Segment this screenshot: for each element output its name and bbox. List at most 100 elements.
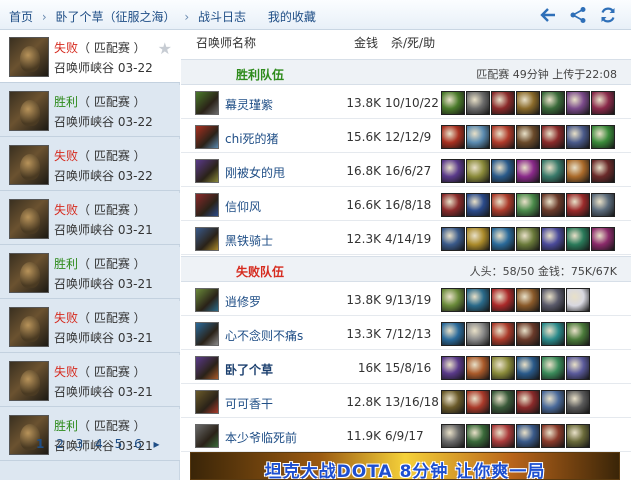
- match-list-item[interactable]: 失败（ 匹配赛 ） 召唤师峡谷 03-22: [0, 139, 180, 191]
- item-icon[interactable]: [566, 193, 590, 217]
- item-icon[interactable]: [441, 288, 465, 312]
- player-name[interactable]: chi死的猪: [225, 130, 279, 147]
- player-row[interactable]: 可可香干 12.8K 13/16/18: [181, 386, 631, 418]
- player-name[interactable]: 卧了个草: [225, 361, 273, 378]
- page-link[interactable]: 2: [56, 437, 64, 451]
- item-icon[interactable]: [441, 356, 465, 380]
- item-icon[interactable]: [541, 193, 565, 217]
- match-list-item[interactable]: 胜利（ 匹配赛 ） 召唤师峡谷 03-22: [0, 85, 180, 137]
- refresh-icon[interactable]: [599, 6, 617, 24]
- player-row[interactable]: 心不念则不痛s 13.3K 7/12/13: [181, 318, 631, 350]
- item-icon[interactable]: [491, 91, 515, 115]
- item-icon[interactable]: [466, 193, 490, 217]
- match-list-item[interactable]: 胜利（ 匹配赛 ） 召唤师峡谷 03-21: [0, 247, 180, 299]
- item-icon[interactable]: [491, 227, 515, 251]
- item-icon[interactable]: [466, 91, 490, 115]
- player-row[interactable]: 幕灵瑾紫 13.8K 10/10/22: [181, 87, 631, 119]
- item-icon[interactable]: [541, 322, 565, 346]
- item-icon[interactable]: [566, 91, 590, 115]
- item-icon[interactable]: [591, 193, 615, 217]
- item-icon[interactable]: [541, 227, 565, 251]
- item-icon[interactable]: [566, 424, 590, 448]
- item-icon[interactable]: [441, 390, 465, 414]
- item-icon[interactable]: [566, 125, 590, 149]
- item-icon[interactable]: [441, 159, 465, 183]
- item-icon[interactable]: [516, 91, 540, 115]
- item-icon[interactable]: [541, 424, 565, 448]
- item-icon[interactable]: [541, 288, 565, 312]
- item-icon[interactable]: [541, 125, 565, 149]
- item-icon[interactable]: [516, 159, 540, 183]
- item-icon[interactable]: [566, 288, 590, 312]
- player-row[interactable]: 卧了个草 16K 15/8/16: [181, 352, 631, 384]
- item-icon[interactable]: [566, 227, 590, 251]
- item-icon[interactable]: [541, 159, 565, 183]
- player-name[interactable]: 幕灵瑾紫: [225, 96, 273, 113]
- item-icon[interactable]: [491, 424, 515, 448]
- item-icon[interactable]: [516, 193, 540, 217]
- item-icon[interactable]: [566, 390, 590, 414]
- page-link[interactable]: 6: [134, 437, 142, 451]
- player-row[interactable]: 逍修罗 13.8K 9/13/19: [181, 284, 631, 316]
- player-name[interactable]: 本少爷临死前: [225, 429, 297, 446]
- favorite-star-icon[interactable]: ★: [158, 39, 172, 58]
- ad-banner[interactable]: 坦克大战DOTA 8分钟 让你爽一局: [190, 452, 620, 480]
- share-icon[interactable]: [569, 6, 587, 24]
- page-link[interactable]: 3: [76, 437, 84, 451]
- item-icon[interactable]: [466, 125, 490, 149]
- item-icon[interactable]: [491, 159, 515, 183]
- match-list-item[interactable]: 失败（ 匹配赛 ） 召唤师峡谷 03-22 ★: [0, 31, 180, 83]
- match-list-item[interactable]: 失败（ 匹配赛 ） 召唤师峡谷 03-21: [0, 355, 180, 407]
- item-icon[interactable]: [441, 322, 465, 346]
- my-favorites-link[interactable]: 我的收藏: [268, 8, 316, 25]
- player-row[interactable]: chi死的猪 15.6K 12/12/9: [181, 121, 631, 153]
- item-icon[interactable]: [441, 91, 465, 115]
- breadcrumb-home[interactable]: 首页: [9, 8, 33, 25]
- player-row[interactable]: 本少爷临死前 11.9K 6/9/17: [181, 420, 631, 452]
- item-icon[interactable]: [466, 390, 490, 414]
- item-icon[interactable]: [541, 91, 565, 115]
- player-name[interactable]: 刚被女的甩: [225, 164, 285, 181]
- item-icon[interactable]: [466, 322, 490, 346]
- breadcrumb-battle-log[interactable]: 战斗日志: [198, 8, 246, 25]
- item-icon[interactable]: [441, 125, 465, 149]
- item-icon[interactable]: [566, 159, 590, 183]
- item-icon[interactable]: [491, 288, 515, 312]
- item-icon[interactable]: [491, 193, 515, 217]
- match-list-item[interactable]: 失败（ 匹配赛 ） 召唤师峡谷 03-21: [0, 301, 180, 353]
- item-icon[interactable]: [466, 159, 490, 183]
- player-row[interactable]: 信仰风 16.6K 16/8/18: [181, 189, 631, 221]
- item-icon[interactable]: [591, 91, 615, 115]
- item-icon[interactable]: [466, 424, 490, 448]
- page-link[interactable]: 1: [36, 437, 44, 451]
- match-list-item[interactable]: 失败（ 匹配赛 ） 召唤师峡谷 03-21: [0, 193, 180, 245]
- item-icon[interactable]: [466, 227, 490, 251]
- player-row[interactable]: 黑铁骑士 12.3K 4/14/19: [181, 223, 631, 255]
- item-icon[interactable]: [516, 356, 540, 380]
- match-list-item[interactable]: 胜利（ 匹配赛 ） 召唤师峡谷 03-21: [0, 409, 180, 461]
- back-arrow-icon[interactable]: [539, 6, 557, 24]
- item-icon[interactable]: [466, 356, 490, 380]
- item-icon[interactable]: [441, 193, 465, 217]
- item-icon[interactable]: [591, 227, 615, 251]
- item-icon[interactable]: [541, 356, 565, 380]
- player-name[interactable]: 信仰风: [225, 198, 261, 215]
- page-link[interactable]: 4: [95, 437, 103, 451]
- item-icon[interactable]: [516, 424, 540, 448]
- player-row[interactable]: 刚被女的甩 16.8K 16/6/27: [181, 155, 631, 187]
- item-icon[interactable]: [516, 227, 540, 251]
- item-icon[interactable]: [491, 390, 515, 414]
- item-icon[interactable]: [516, 288, 540, 312]
- breadcrumb-player[interactable]: 卧了个草（征服之海）: [55, 8, 175, 25]
- item-icon[interactable]: [491, 125, 515, 149]
- page-link[interactable]: 5: [115, 437, 123, 451]
- item-icon[interactable]: [516, 390, 540, 414]
- item-icon[interactable]: [466, 288, 490, 312]
- item-icon[interactable]: [491, 356, 515, 380]
- player-name[interactable]: 可可香干: [225, 395, 273, 412]
- item-icon[interactable]: [516, 125, 540, 149]
- item-icon[interactable]: [591, 159, 615, 183]
- player-name[interactable]: 逍修罗: [225, 293, 261, 310]
- item-icon[interactable]: [566, 322, 590, 346]
- item-icon[interactable]: [441, 424, 465, 448]
